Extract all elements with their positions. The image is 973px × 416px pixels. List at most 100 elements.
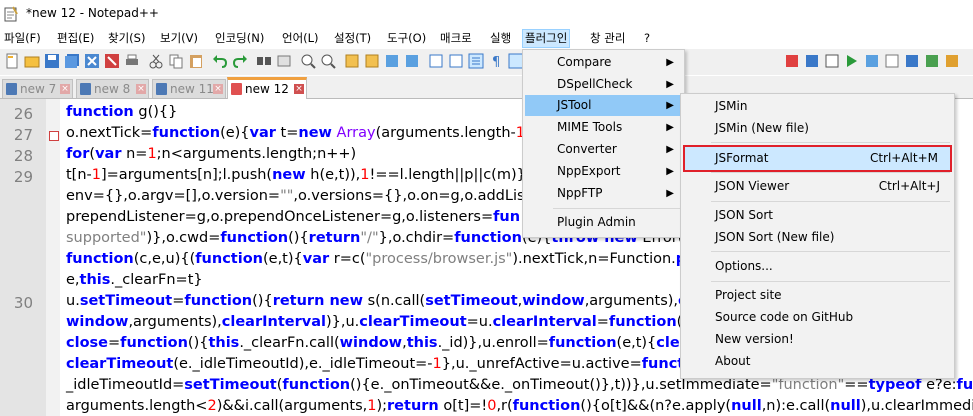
line-number-gutter: 26 27 28 29 30 (0, 99, 46, 416)
code-line: window,arguments),clearInterval)},u.clea… (66, 314, 728, 330)
toolbar: ¶ (0, 49, 973, 75)
jstool-jsformat[interactable]: JSFormat Ctrl+Alt+M (683, 145, 952, 172)
jstool-project-site[interactable]: Project site (683, 285, 952, 306)
code-line: arguments.length<2)&&i.call(arguments,1)… (66, 398, 973, 414)
jstool-submenu: JSMin JSMin (New file) JSFormat Ctrl+Alt… (680, 93, 955, 379)
line-number: 28 (13, 147, 33, 165)
macro-save-icon[interactable] (864, 53, 880, 69)
jstool-jsmin-new-file[interactable]: JSMin (New file) (683, 118, 952, 139)
title-bar: *new 12 - Notepad++ (0, 0, 973, 28)
tab-close-icon[interactable]: × (294, 84, 304, 94)
submenu-arrow-icon: ▶ (666, 57, 674, 68)
plugins-menu-nppexport[interactable]: NppExport ▶ (525, 161, 682, 182)
menu-run[interactable]: 실행 (488, 30, 513, 47)
show-all-chars-icon[interactable] (404, 53, 420, 69)
pilcrow-icon[interactable]: ¶ (488, 53, 504, 69)
tab-new-11[interactable]: new 11 × (152, 79, 226, 98)
wrap-icon[interactable] (448, 53, 464, 69)
file-icon (6, 83, 17, 95)
cut-icon[interactable] (148, 53, 164, 69)
menu-window[interactable]: 창 관리 (588, 30, 627, 47)
copy-icon[interactable] (168, 53, 184, 69)
word-wrap-icon[interactable] (384, 53, 400, 69)
jstool-json-viewer[interactable]: JSON Viewer Ctrl+Alt+J (683, 176, 952, 197)
zoom-out-icon[interactable] (320, 53, 336, 69)
tab-label: new 12 (245, 82, 289, 96)
code-line: prependListener=g,o.prependOnceListener=… (66, 209, 521, 225)
plugins-menu-compare[interactable]: Compare ▶ (525, 52, 682, 73)
sync-vertical-icon[interactable] (344, 53, 360, 69)
menu-view[interactable]: 보기(V) (158, 30, 200, 47)
new-file-icon[interactable] (4, 53, 20, 69)
plugins-menu-mime-tools[interactable]: MIME Tools ▶ (525, 117, 682, 138)
tab-label: new 11 (170, 82, 214, 96)
menu-plugins[interactable]: 플러그인 (522, 29, 571, 48)
menu-bar: 파일(F) 편집(E) 찾기(S) 보기(V) 인코딩(N) 언어(L) 설정(… (0, 28, 973, 49)
code-line: o.nextTick=function(e){var t=new Array(a… (66, 125, 531, 141)
submenu-arrow-icon: ▶ (666, 79, 674, 90)
plugins-menu-jstool[interactable]: JSTool ▶ (525, 95, 682, 116)
menu-search[interactable]: 찾기(S) (106, 30, 147, 47)
menu-separator (711, 172, 950, 173)
menu-separator (711, 142, 950, 143)
indent-guide-icon[interactable] (428, 53, 444, 69)
menu-language[interactable]: 언어(L) (280, 30, 321, 47)
close-icon[interactable] (84, 53, 100, 69)
file-icon (231, 83, 242, 95)
fold-toggle-icon[interactable] (49, 131, 59, 141)
code-line: t[n-1]=arguments[n];l.push(new h(e,t)),1… (66, 167, 526, 183)
undo-icon[interactable] (212, 53, 228, 69)
plugins-menu-nppftp[interactable]: NppFTP ▶ (525, 183, 682, 204)
code-line: for(var n=1;n<arguments.length;n++) (66, 146, 357, 162)
plugin-icon-2[interactable] (924, 53, 940, 69)
open-file-icon[interactable] (24, 53, 40, 69)
spellcheck-icon[interactable] (884, 53, 900, 69)
code-line: function(c,e,u){(function(e,t){var r=c("… (66, 251, 693, 267)
save-icon[interactable] (44, 53, 60, 69)
menu-edit[interactable]: 편집(E) (55, 30, 96, 47)
macro-record-icon[interactable] (784, 53, 800, 69)
tab-close-icon[interactable]: × (60, 84, 70, 94)
plugins-menu-converter[interactable]: Converter ▶ (525, 139, 682, 160)
shortcut-label: Ctrl+Alt+M (869, 151, 938, 165)
paste-icon[interactable] (188, 53, 204, 69)
plugins-menu-dspellcheck[interactable]: DSpellCheck ▶ (525, 74, 682, 95)
zoom-in-icon[interactable] (300, 53, 316, 69)
code-line: _idleTimeoutId=setTimeout(function(){e._… (66, 377, 973, 393)
plugin-icon-3[interactable] (944, 53, 960, 69)
save-all-icon[interactable] (64, 53, 80, 69)
jstool-about[interactable]: About (683, 351, 952, 372)
macro-run-multiple-icon[interactable] (844, 53, 860, 69)
lines-icon[interactable] (468, 53, 484, 69)
sync-horizontal-icon[interactable] (364, 53, 380, 69)
print-icon[interactable] (124, 53, 140, 69)
tab-new-8[interactable]: new 8 × (76, 79, 149, 98)
jstool-options[interactable]: Options... (683, 256, 952, 277)
line-number: 27 (13, 126, 33, 144)
jstool-jsmin[interactable]: JSMin (683, 96, 952, 117)
macro-play-icon[interactable] (824, 53, 840, 69)
menu-help[interactable]: ? (642, 30, 652, 47)
replace-icon[interactable] (276, 53, 292, 69)
code-line: clearTimeout(e._idleTimeoutId),e._idleTi… (66, 356, 698, 372)
plugins-menu-plugin-admin[interactable]: Plugin Admin (525, 212, 682, 233)
jstool-json-sort-new-file[interactable]: JSON Sort (New file) (683, 227, 952, 248)
tab-new-12[interactable]: new 12 × (227, 77, 307, 101)
menu-encoding[interactable]: 인코딩(N) (213, 30, 266, 47)
close-all-icon[interactable] (104, 53, 120, 69)
menu-tools[interactable]: 도구(O) (385, 30, 428, 47)
jstool-new-version[interactable]: New version! (683, 329, 952, 350)
menu-macro[interactable]: 매크로 (438, 30, 474, 47)
jstool-json-sort[interactable]: JSON Sort (683, 205, 952, 226)
tab-close-icon[interactable]: × (213, 84, 223, 94)
jstool-source-code-github[interactable]: Source code on GitHub (683, 307, 952, 328)
find-icon[interactable] (256, 53, 272, 69)
macro-stop-icon[interactable] (804, 53, 820, 69)
plugin-icon-1[interactable] (904, 53, 920, 69)
tab-new-7[interactable]: new 7 × (2, 79, 73, 98)
menu-file[interactable]: 파일(F) (2, 30, 43, 47)
redo-icon[interactable] (232, 53, 248, 69)
menu-separator (711, 281, 950, 282)
tab-close-icon[interactable]: × (136, 84, 146, 94)
menu-settings[interactable]: 설정(T) (332, 30, 373, 47)
